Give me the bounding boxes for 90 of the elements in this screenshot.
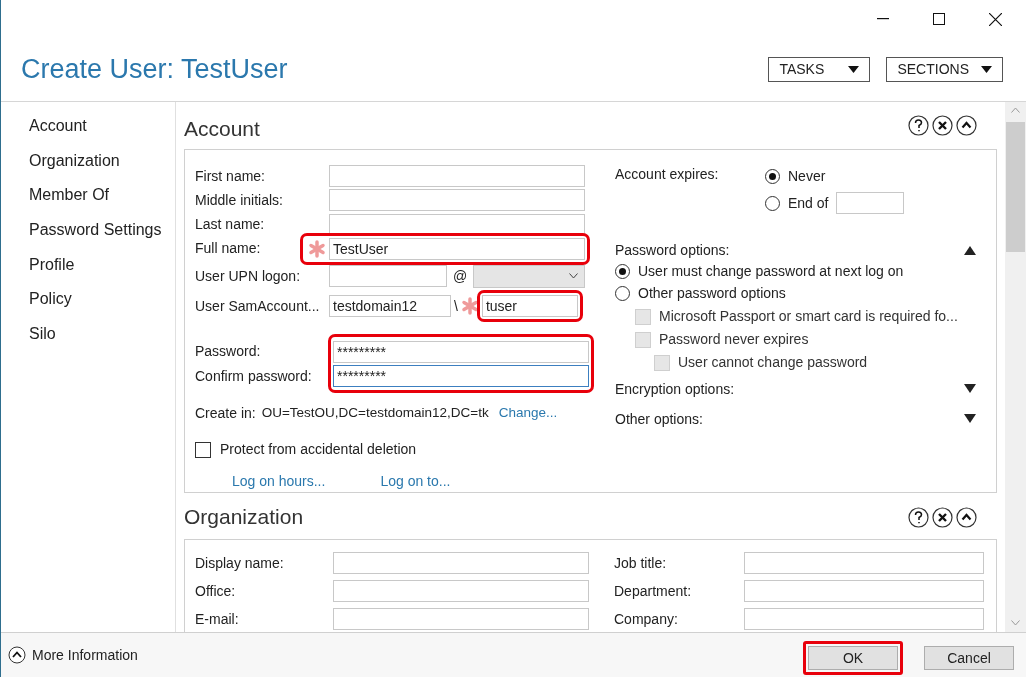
text-field[interactable] xyxy=(744,608,984,630)
sidebar-item[interactable]: Organization xyxy=(29,148,175,184)
field-label: E-mail: xyxy=(195,609,240,629)
text-field[interactable] xyxy=(329,213,585,236)
chevron-down-icon xyxy=(569,273,578,280)
expand-triangle-icon[interactable] xyxy=(964,384,976,394)
dropdown-triangle-icon xyxy=(848,66,860,73)
text-field[interactable]: TestUser xyxy=(329,237,585,260)
sidebar-item[interactable]: Member Of xyxy=(29,183,175,219)
collapse-triangle-icon[interactable] xyxy=(964,245,976,255)
text-field[interactable] xyxy=(333,580,589,602)
text-field[interactable] xyxy=(333,552,589,574)
field-label: User UPN logon: xyxy=(195,266,302,286)
required-asterisk-icon xyxy=(308,239,326,258)
text-field[interactable] xyxy=(329,189,585,212)
field-label: Job title: xyxy=(614,553,668,573)
checkbox-label: Microsoft Passport or smart card is required fo... xyxy=(659,307,958,326)
text-field[interactable] xyxy=(744,552,984,574)
collapse-icon[interactable] xyxy=(956,506,977,528)
section-title: Account xyxy=(184,115,260,142)
checkbox[interactable] xyxy=(195,441,211,458)
dropdown-triangle-icon xyxy=(981,66,992,73)
expand-triangle-icon[interactable] xyxy=(964,414,976,424)
field-label: Last name: xyxy=(195,215,266,235)
menu-button[interactable]: SECTIONS xyxy=(886,57,1003,82)
field-label: Account expires: xyxy=(615,165,720,184)
sidebar-item[interactable]: Account xyxy=(29,114,175,149)
expand-up-icon[interactable] xyxy=(8,646,26,664)
checkbox-label: User cannot change password xyxy=(678,353,868,372)
change-link[interactable]: Change... xyxy=(498,403,558,424)
checkbox-label: Password never expires xyxy=(659,330,809,349)
field-label: User SamAccount... xyxy=(195,296,321,316)
text-field[interactable]: testdomain12 xyxy=(329,295,451,318)
close-section-icon[interactable] xyxy=(932,506,953,528)
section-title: Organization xyxy=(184,504,304,531)
text-field[interactable] xyxy=(333,608,589,630)
sidebar-item[interactable]: Silo xyxy=(29,322,175,357)
radio-button[interactable] xyxy=(615,263,630,279)
required-asterisk-icon xyxy=(460,297,479,316)
radio-button[interactable] xyxy=(615,286,630,302)
field-label: Department: xyxy=(614,581,693,601)
minimize-icon[interactable] xyxy=(877,18,889,20)
field-label: Office: xyxy=(195,581,237,601)
field-label: Create in: xyxy=(195,403,256,423)
radio-label: User must change password at next log on xyxy=(638,261,904,281)
field-label: Company: xyxy=(614,609,679,629)
radio-button[interactable] xyxy=(765,169,780,184)
close-icon[interactable] xyxy=(989,12,1002,26)
checkbox-label: Protect from accidental deletion xyxy=(220,440,417,459)
link[interactable]: Log on to... xyxy=(380,471,451,492)
help-icon[interactable] xyxy=(908,115,929,136)
sidebar-item[interactable]: Policy xyxy=(29,287,175,323)
radio-label: Never xyxy=(788,167,826,186)
field-label: Password: xyxy=(195,342,262,361)
text-field[interactable] xyxy=(329,265,447,288)
group-label: Password options: xyxy=(615,240,730,260)
scroll-thumb[interactable] xyxy=(1006,122,1025,252)
collapse-icon[interactable] xyxy=(956,115,977,136)
more-information-label[interactable]: More Information xyxy=(32,644,138,666)
field-label: Confirm password: xyxy=(195,366,313,386)
group-label: Encryption options: xyxy=(615,379,735,399)
text-field[interactable]: tuser xyxy=(481,295,578,318)
group-label: Other options: xyxy=(615,409,703,429)
dialog-button[interactable]: Cancel xyxy=(924,646,1014,670)
password-field[interactable]: ********* xyxy=(333,340,589,363)
maximize-icon[interactable] xyxy=(933,13,945,25)
sidebar-item[interactable]: Profile xyxy=(29,252,175,288)
menu-button[interactable]: TASKS xyxy=(768,57,871,82)
radio-label: End of xyxy=(788,193,829,213)
password-field[interactable]: ********* xyxy=(333,365,589,387)
field-label: Middle initials: xyxy=(195,190,284,210)
at-sign: @ xyxy=(451,266,469,286)
close-section-icon[interactable] xyxy=(932,115,953,136)
domain-dropdown[interactable] xyxy=(473,264,585,288)
link[interactable]: Log on hours... xyxy=(232,471,326,492)
backslash: \ xyxy=(454,296,458,316)
help-icon[interactable] xyxy=(908,506,929,528)
radio-label: Other password options xyxy=(638,284,786,304)
dialog-button[interactable]: OK xyxy=(808,646,898,670)
radio-button[interactable] xyxy=(765,195,780,211)
sidebar-item[interactable]: Password Settings xyxy=(29,218,175,253)
text-field[interactable] xyxy=(744,580,984,602)
text-field[interactable] xyxy=(329,165,585,188)
date-field[interactable] xyxy=(836,192,905,214)
window-title: Create User: TestUser xyxy=(21,53,288,87)
field-label: First name: xyxy=(195,166,266,186)
container-path: OU=TestOU,DC=testdomain12,DC=tk xyxy=(261,404,489,422)
field-label: Full name: xyxy=(195,239,262,259)
field-label: Display name: xyxy=(195,553,285,573)
scrollbar[interactable] xyxy=(1005,102,1026,632)
